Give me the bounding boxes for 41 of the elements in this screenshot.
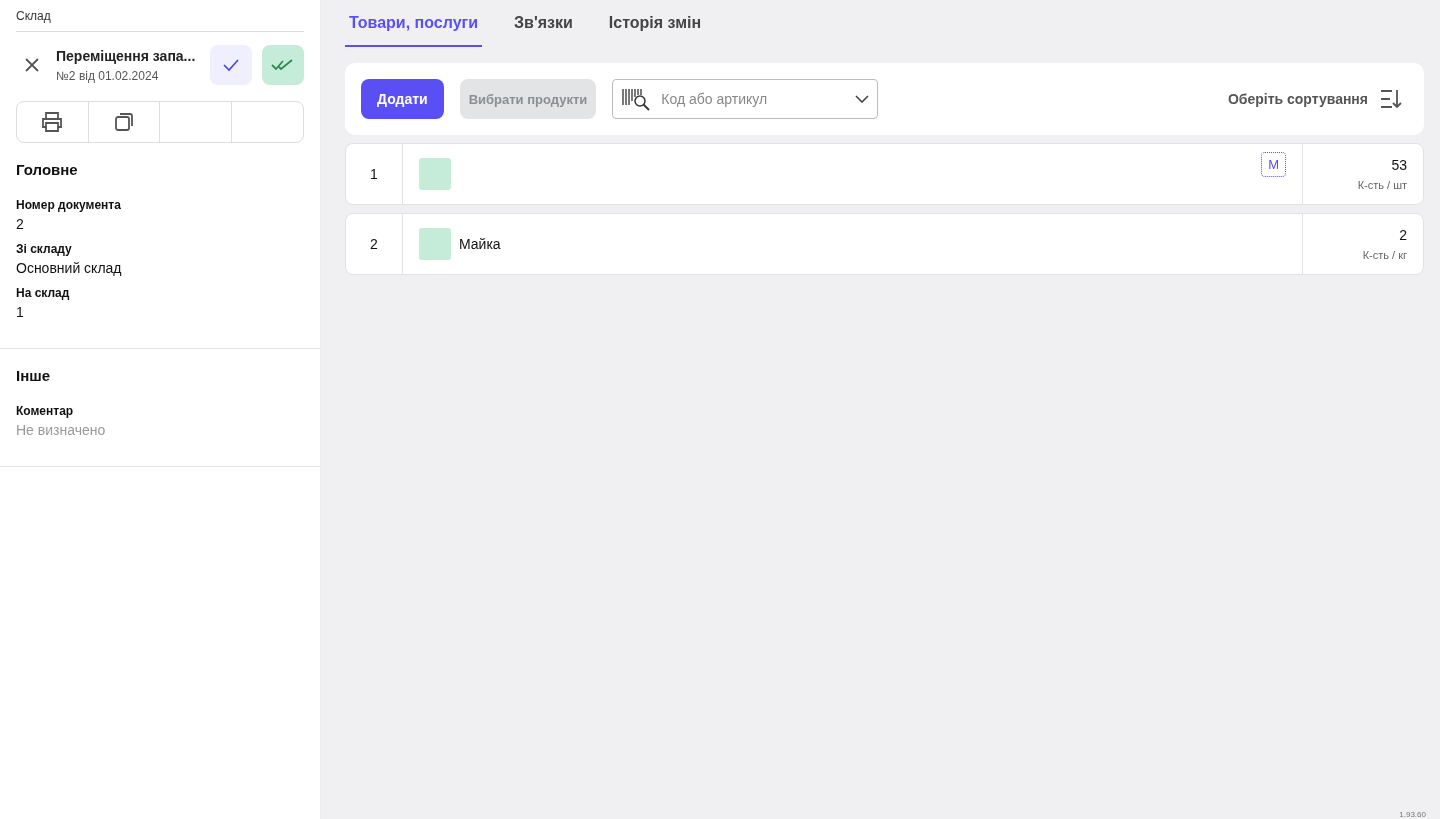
close-button[interactable] xyxy=(24,57,40,73)
field-label: Коментар xyxy=(16,404,75,418)
printer-icon xyxy=(40,111,65,133)
breadcrumb[interactable]: Склад xyxy=(16,0,304,32)
product-thumbnail xyxy=(419,158,451,190)
tab[interactable]: Товари, послуги xyxy=(345,0,483,47)
double-check-icon xyxy=(271,58,295,72)
product-row[interactable]: 1 M 53 К-сть / шт xyxy=(345,143,1424,205)
quantity: 53 xyxy=(1391,157,1407,173)
field-label: Зі складу xyxy=(16,242,73,256)
barcode-search-icon xyxy=(621,87,652,111)
double-check-button[interactable] xyxy=(262,45,304,85)
product-thumbnail xyxy=(419,228,451,260)
tab[interactable]: Історія змін xyxy=(604,0,706,47)
sort-button[interactable]: Оберіть сортування xyxy=(1221,88,1408,110)
field-label: Номер документа xyxy=(16,198,122,212)
field-value: 1 xyxy=(16,304,25,320)
quantity: 2 xyxy=(1399,227,1407,243)
quantity-unit: К-сть / шт xyxy=(1357,179,1407,191)
field-label: На склад xyxy=(16,286,71,300)
search-box[interactable]: Код або артикул xyxy=(612,79,879,119)
product-row[interactable]: 2 Майка 2 К-сть / кг xyxy=(345,213,1424,275)
quantity-unit: К-сть / кг xyxy=(1362,249,1407,261)
row-number: 2 xyxy=(346,214,403,274)
row-number: 1 xyxy=(346,144,403,204)
document-title: Переміщення запа... xyxy=(56,47,197,64)
field-value: 2 xyxy=(16,216,25,232)
field-value: Основний склад xyxy=(16,260,123,276)
product-name: Майка xyxy=(459,236,501,252)
document-subtitle: №2 від 01.02.2024 xyxy=(56,68,160,83)
check-button[interactable] xyxy=(210,45,252,85)
chevron-down-icon xyxy=(855,95,870,103)
section-title: Інше xyxy=(16,367,52,384)
field-value: Не визначено xyxy=(16,422,107,438)
version-label: 1.93.60 xyxy=(1399,810,1426,819)
section-title: Головне xyxy=(16,161,79,178)
copy-icon xyxy=(112,111,135,133)
tab[interactable]: Зв'язки xyxy=(510,0,577,47)
check-icon xyxy=(222,58,240,72)
add-button[interactable]: Додати xyxy=(361,79,444,119)
sort-icon xyxy=(1380,89,1402,109)
